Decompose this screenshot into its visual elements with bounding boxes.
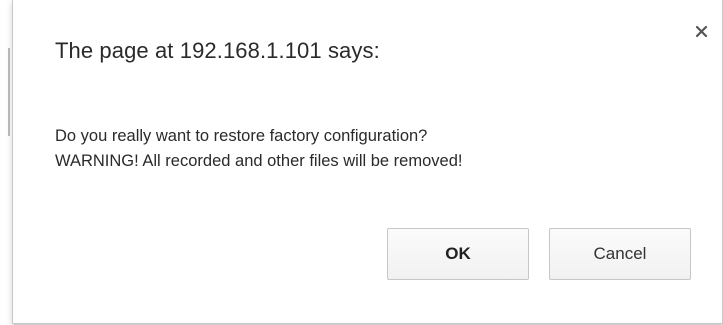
close-icon bbox=[695, 25, 708, 38]
message-line-warning: WARNING! All recorded and other files wi… bbox=[55, 152, 463, 170]
dialog-title: The page at 192.168.1.101 says: bbox=[55, 38, 380, 63]
cancel-button[interactable]: Cancel bbox=[549, 228, 691, 280]
background-page-edge bbox=[8, 48, 10, 136]
ok-button[interactable]: OK bbox=[387, 228, 529, 280]
message-line-question: Do you really want to restore factory co… bbox=[55, 127, 428, 145]
alert-dialog: The page at 192.168.1.101 says: Do you r… bbox=[12, 0, 723, 324]
close-button[interactable] bbox=[692, 22, 712, 42]
dialog-message: Do you really want to restore factory co… bbox=[55, 124, 462, 174]
